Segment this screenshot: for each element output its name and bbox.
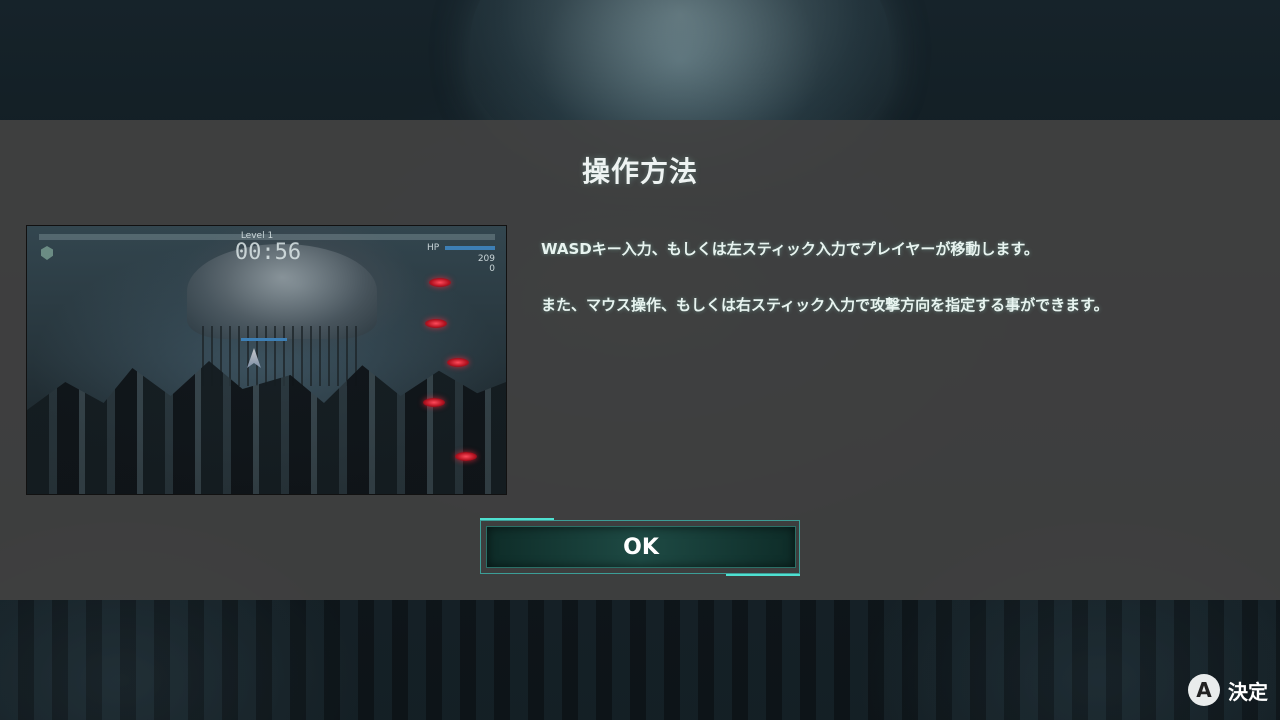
gameplay-preview-image: Level 1 00:56 HP 209 0 [26,225,507,495]
controls-dialog: 操作方法 Level 1 00:56 HP 209 0 WASDキー入力、もしく… [0,120,1280,600]
confirm-hint[interactable]: A 決定 [1188,674,1268,706]
preview-player-hp-bar [241,338,287,341]
preview-timer: 00:56 [234,240,302,265]
preview-stat-2: 0 [489,264,495,274]
dialog-title: 操作方法 [581,155,698,188]
preview-hp-label: HP [427,243,440,253]
ok-button-frame: OK [480,518,800,576]
instruction-line-move: WASDキー入力、もしくは左スティック入力でプレイヤーが移動します。 [541,240,1039,258]
ok-accent-top [480,518,554,520]
preview-shield-icon [41,246,53,260]
background-city [0,600,1280,720]
ok-accent-bottom [726,574,800,576]
ok-button[interactable]: OK [486,526,796,568]
preview-enemy [425,319,447,328]
preview-stat-1: 209 [477,254,495,264]
preview-enemy [455,452,477,461]
preview-hp-bar [445,246,495,250]
a-button-icon: A [1188,674,1220,706]
preview-enemy [447,358,469,367]
preview-enemy [423,398,445,407]
preview-enemy [429,278,451,287]
instruction-line-attack: また、マウス操作、もしくは右スティック入力で攻撃方向を指定する事ができます。 [541,296,1109,314]
confirm-hint-label: 決定 [1228,679,1268,704]
